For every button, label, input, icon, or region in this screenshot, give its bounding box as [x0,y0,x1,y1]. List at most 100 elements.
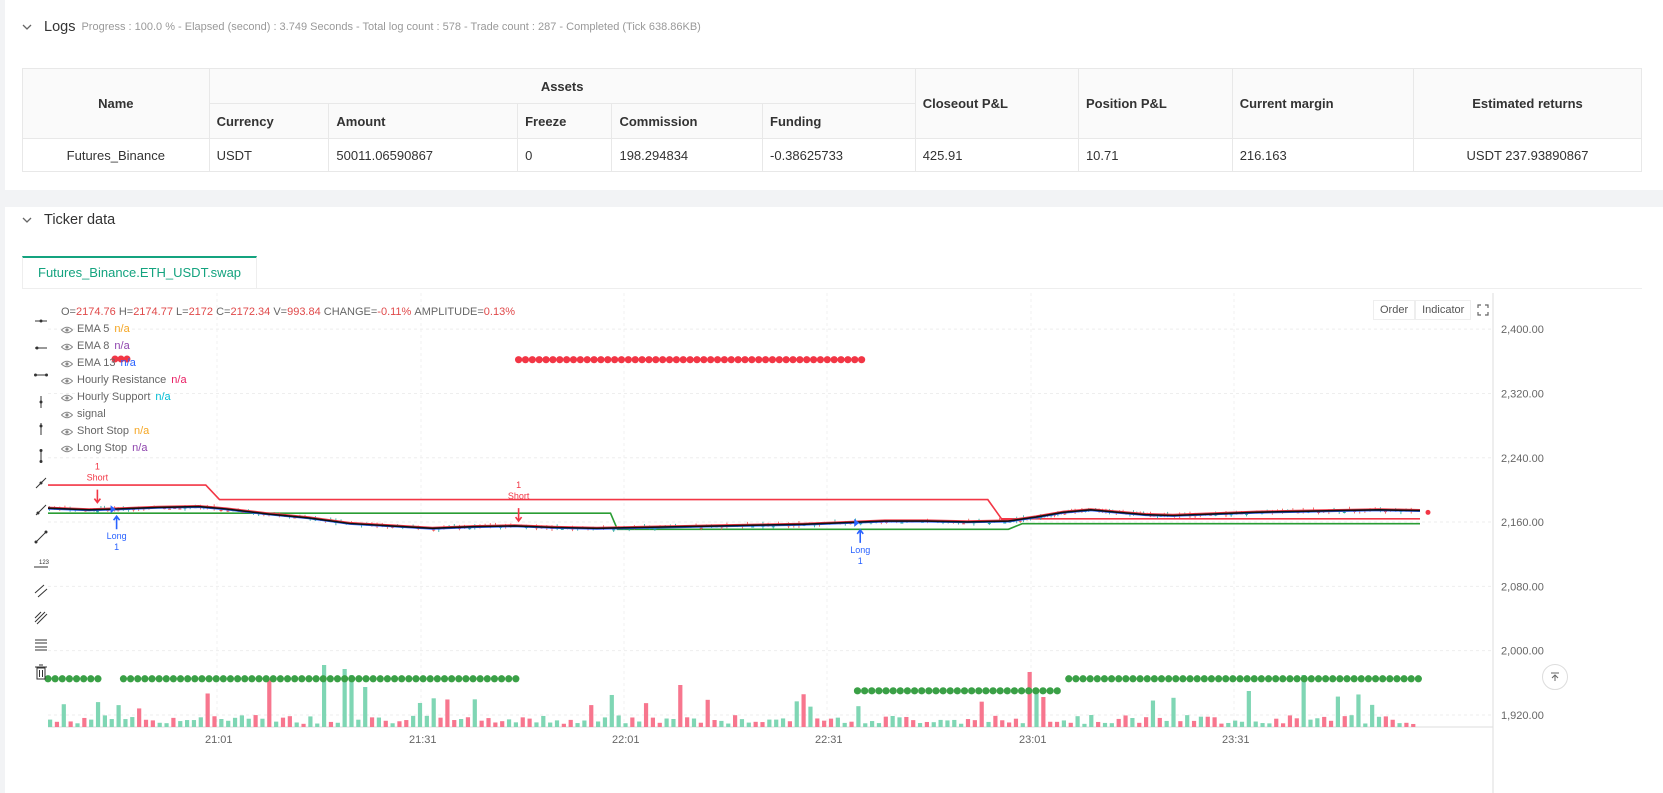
eye-icon[interactable] [61,360,73,368]
eye-icon[interactable] [61,428,73,436]
eye-icon[interactable] [61,377,73,385]
chevron-down-icon[interactable] [22,22,32,32]
pitchfork-icon[interactable] [29,604,53,631]
volume-label: V= [273,306,288,318]
volume-bar [685,717,690,727]
long-stop-dot [1150,675,1158,683]
volume-bar [972,720,977,727]
short-stop-dot [823,356,831,364]
price-label-icon[interactable]: 123 [29,550,53,577]
volume-bar [1027,672,1032,727]
low-label: L= [176,306,189,318]
volume-bar [924,721,929,727]
volume-bar [691,718,697,727]
vertical-line-icon[interactable] [29,388,53,415]
change-label: CHANGE= [323,306,378,318]
long-stop-dot [996,687,1004,695]
volume-bar [452,720,457,727]
long-stop-dot [65,675,74,683]
volume-bar [369,717,375,727]
volume-bar [1041,697,1046,727]
legend-item[interactable]: Long Stop n/a [61,440,515,457]
signal-label: Short [87,473,109,483]
legend-name: Hourly Resistance [77,374,167,386]
volume-bar [1000,720,1005,727]
volume-bar [1116,718,1121,727]
long-stop-dot [191,675,199,683]
order-button[interactable]: Order [1373,300,1416,320]
long-stop-dot [405,675,413,683]
trash-icon[interactable] [29,658,53,685]
short-stop-dot [659,356,667,364]
long-stop-dot [1115,675,1123,683]
indicator-button[interactable]: Indicator [1415,300,1472,320]
trend-line-icon[interactable] [29,469,53,496]
volume-bar [1390,719,1395,727]
long-stop-dot [1100,675,1109,683]
margin-header: Current margin [1231,68,1414,139]
ticker-panel: Ticker data Futures_Binance.ETH_USDT.swa… [5,207,1663,793]
legend-item[interactable]: signal [61,406,515,423]
long-stop-dot [341,675,349,683]
candle-body [219,509,223,511]
legend-item[interactable]: EMA 13 n/a [61,355,515,372]
volume-bar [294,722,299,727]
logs-header[interactable]: Logs Progress : 100.0 % - Elapsed (secon… [22,19,701,35]
fibonacci-icon[interactable] [29,631,53,658]
volume-bar [493,722,498,727]
volume-bar [760,722,765,727]
eye-icon[interactable] [61,343,73,351]
volume-bar [1370,704,1375,727]
y-tick-label: 2,240.00 [1501,453,1544,465]
long-stop-dot [1336,675,1344,683]
eye-icon[interactable] [61,394,73,402]
eye-icon[interactable] [61,445,73,453]
legend-item[interactable]: Hourly Support n/a [61,389,515,406]
long-stop-dot [169,675,178,683]
segment-icon[interactable] [29,523,53,550]
volume-bar [260,718,265,727]
horizontal-ray-icon[interactable] [29,334,53,361]
ohlc-readout: O= 2174.76 H= 2174.77 L= 2172 C= 2172.34 V= 9… [61,304,515,321]
freeze-header: Freeze [517,103,613,139]
vertical-ray-icon[interactable] [29,415,53,442]
vertical-segment-icon[interactable] [29,442,53,469]
eye-icon[interactable] [61,326,73,334]
price-chart[interactable]: 2,400.00 2,320.00 2,240.00 2,160.00 2,080.00… [5,207,1663,793]
cell-name: Futures_Binance [22,138,210,172]
cell-margin: 216.163 [1231,138,1414,172]
short-stop-dot [782,356,790,364]
legend-name: Short Stop [77,425,129,437]
short-stop-dot [563,356,571,364]
legend-item[interactable]: Hourly Resistance n/a [61,372,515,389]
volume-bar [904,716,909,727]
volume-bar [171,717,176,727]
legend-item[interactable]: EMA 5 n/a [61,321,515,338]
short-stop-dot [617,356,626,364]
cell-funding: -0.38625733 [762,138,916,172]
short-stop-dot [851,356,859,364]
assets-table: Name Assets Closeout P&L Position P&L Cu… [22,68,1643,172]
volume-bar [95,702,101,727]
scroll-top-icon[interactable] [1542,664,1568,690]
candle-body [612,529,616,531]
legend-item[interactable]: EMA 8 n/a [61,338,515,355]
parallel-channel-icon[interactable] [29,577,53,604]
long-arrow-icon [112,514,121,530]
fullscreen-icon[interactable] [1477,304,1489,316]
short-stop-dot [761,356,770,364]
candle-body [900,522,904,524]
eye-icon[interactable] [61,411,73,419]
volume-bar [1404,722,1409,727]
volume-bar [1411,723,1416,727]
horizontal-line-icon[interactable] [29,307,53,334]
volume-bar [1246,691,1251,727]
x-tick-label: 21:31 [409,734,437,746]
extended-line-icon[interactable] [29,361,53,388]
long-stop-dot [903,687,912,695]
legend-item[interactable]: Short Stop n/a [61,423,515,440]
short-stop-dot [720,356,728,364]
ray-line-icon[interactable] [29,496,53,523]
volume-bar [1075,716,1080,727]
long-stop-dot [326,675,334,683]
